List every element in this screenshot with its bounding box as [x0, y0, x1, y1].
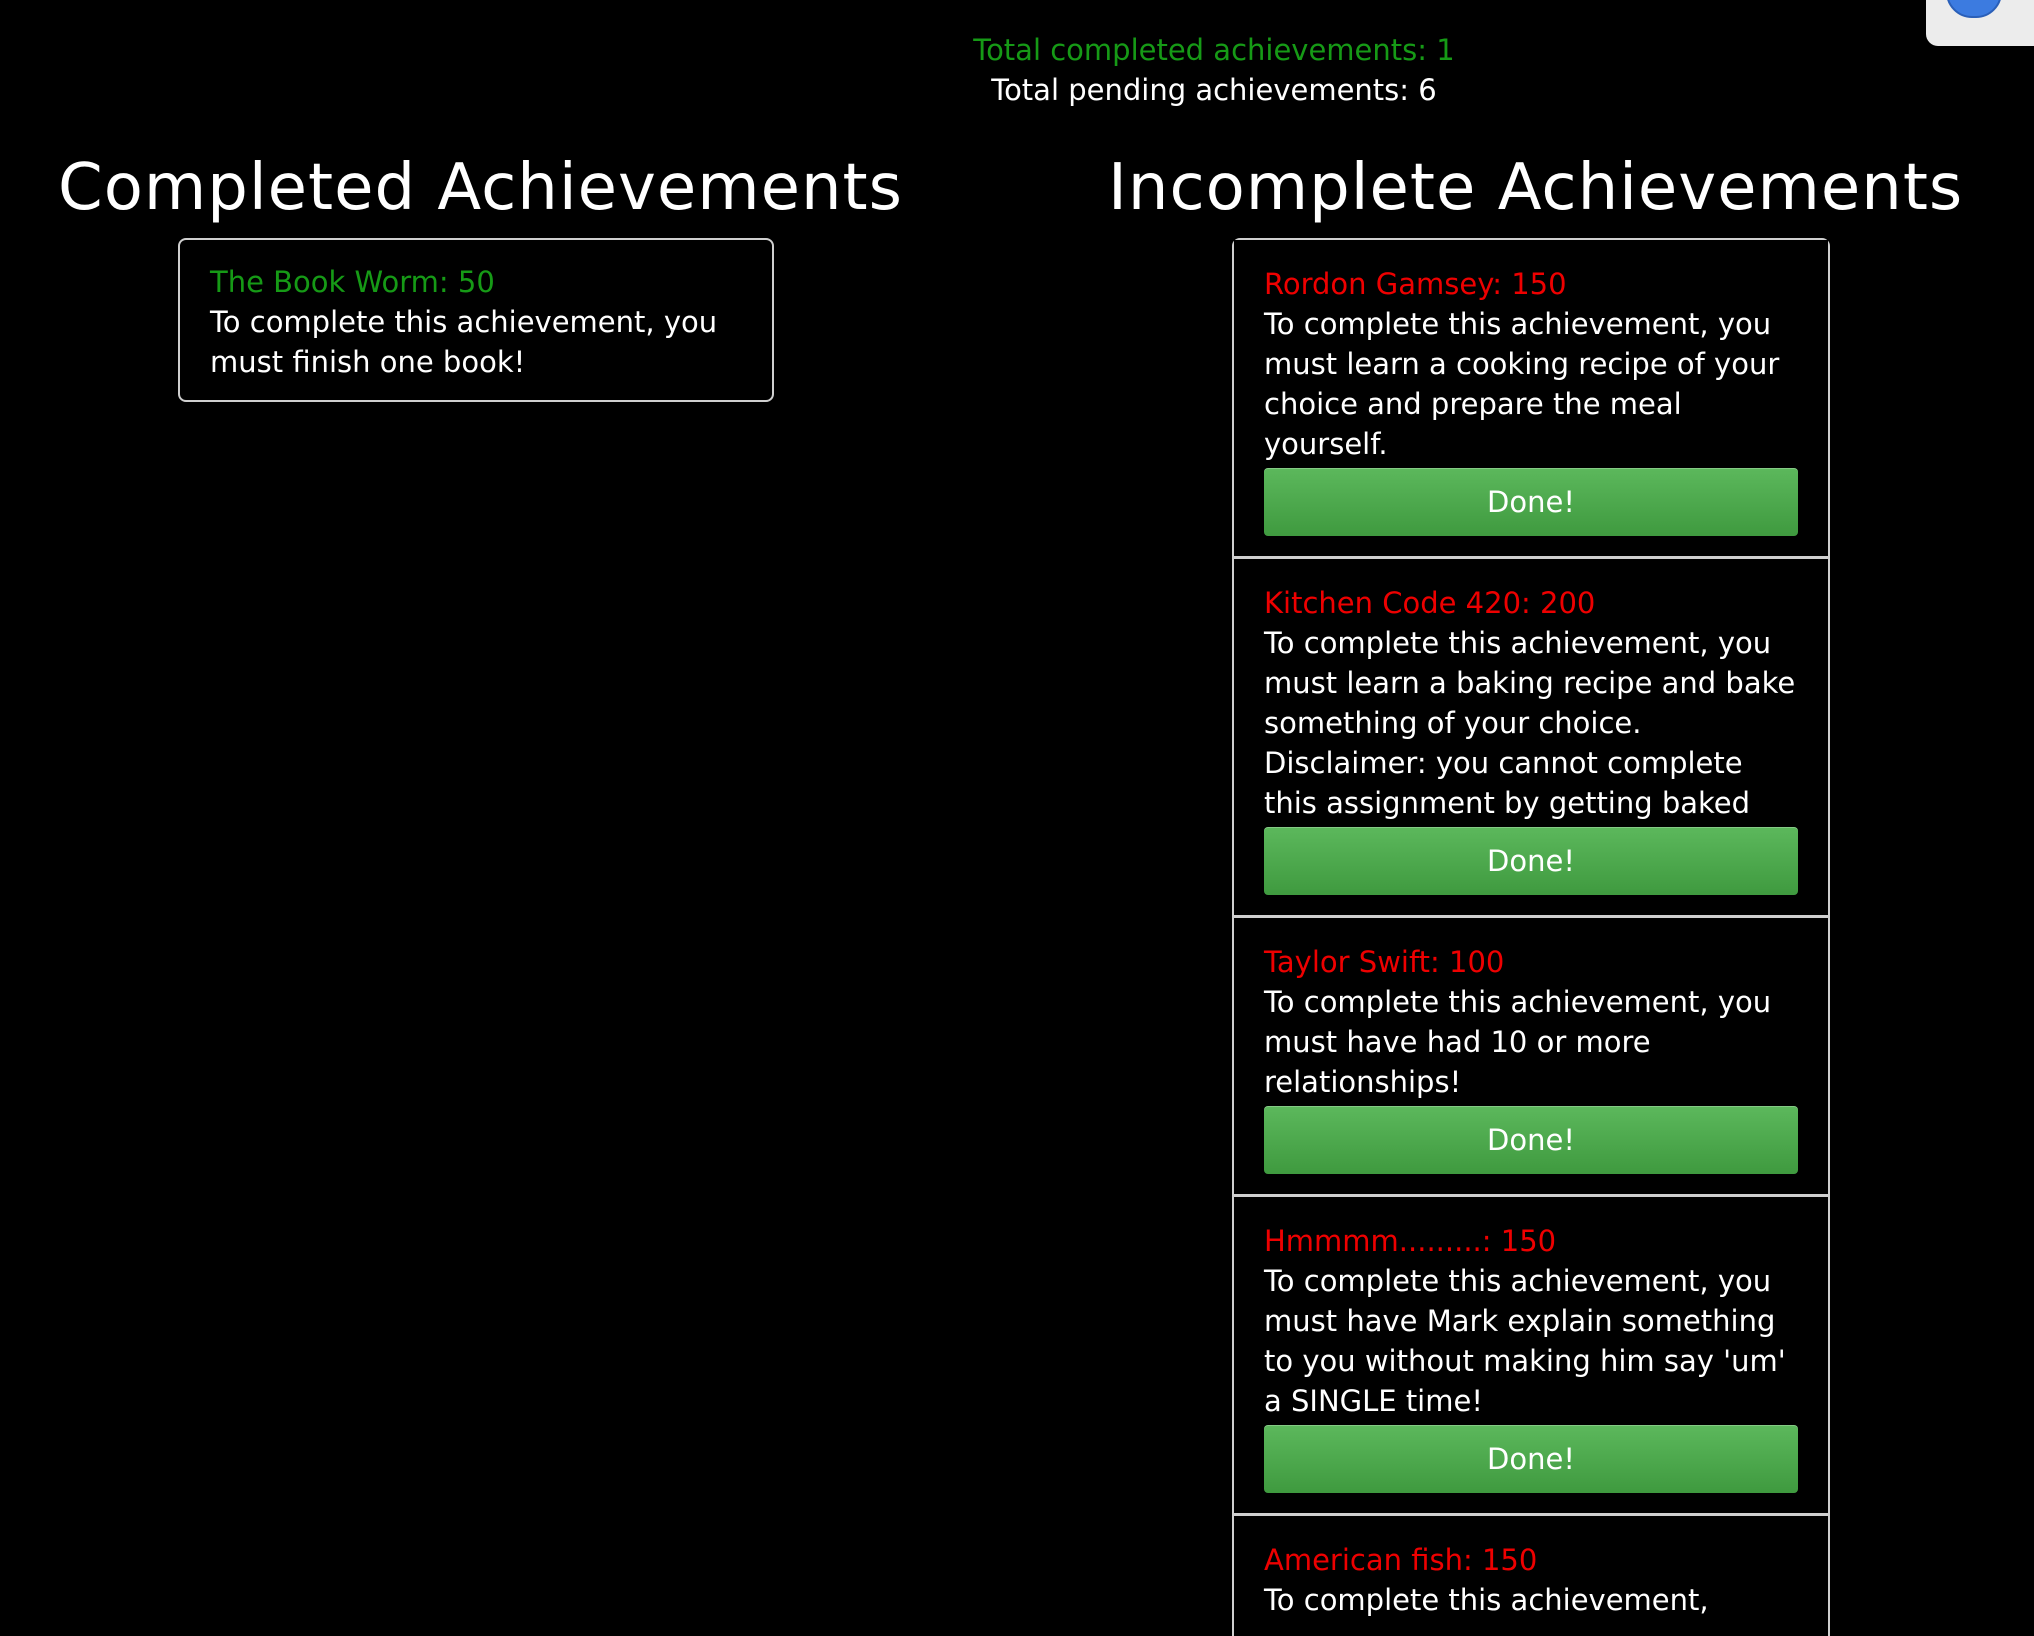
done-button[interactable]: Done!	[1264, 1425, 1798, 1493]
incomplete-achievement-card: Taylor Swift: 100 To complete this achie…	[1234, 918, 1828, 1197]
achievement-title: Taylor Swift: 100	[1264, 945, 1505, 979]
achievement-description: To complete this achievement, you must f…	[210, 305, 718, 379]
done-button[interactable]: Done!	[1264, 468, 1798, 536]
achievement-title: The Book Worm: 50	[210, 265, 495, 299]
total-completed-text: Total completed achievements: 1	[973, 33, 1455, 67]
extension-icon[interactable]	[1946, 0, 2002, 18]
achievement-description: To complete this achievement,	[1264, 1583, 1709, 1617]
achievement-description: To complete this achievement, you must l…	[1264, 626, 1796, 820]
incomplete-achievement-card: American fish: 150 To complete this achi…	[1234, 1516, 1828, 1636]
achievement-title: American fish: 150	[1264, 1543, 1538, 1577]
achievement-title: Kitchen Code 420: 200	[1264, 586, 1596, 620]
done-button[interactable]: Done!	[1264, 1106, 1798, 1174]
incomplete-achievement-card: Rordon Gamsey: 150 To complete this achi…	[1234, 240, 1828, 559]
done-button[interactable]: Done!	[1264, 827, 1798, 895]
achievement-description: To complete this achievement, you must l…	[1264, 307, 1780, 461]
completed-achievement-card: The Book Worm: 50 To complete this achie…	[178, 238, 774, 402]
achievement-title: Rordon Gamsey: 150	[1264, 267, 1567, 301]
incomplete-achievements-list: Rordon Gamsey: 150 To complete this achi…	[1232, 238, 1830, 1636]
achievement-description: To complete this achievement, you must h…	[1264, 985, 1772, 1099]
incomplete-achievement-card: Kitchen Code 420: 200 To complete this a…	[1234, 559, 1828, 918]
incomplete-heading: Incomplete Achievements	[1108, 151, 1964, 225]
total-pending-text: Total pending achievements: 6	[991, 73, 1437, 107]
achievement-title: Hmmmm.........: 150	[1264, 1224, 1557, 1258]
achievement-description: To complete this achievement, you must h…	[1264, 1264, 1786, 1418]
completed-heading: Completed Achievements	[58, 151, 903, 225]
achievements-page: Total completed achievements: 1 Total pe…	[0, 0, 2034, 1636]
incomplete-achievement-card: Hmmmm.........: 150 To complete this ach…	[1234, 1197, 1828, 1516]
totals-summary: Total completed achievements: 1 Total pe…	[0, 30, 2034, 110]
